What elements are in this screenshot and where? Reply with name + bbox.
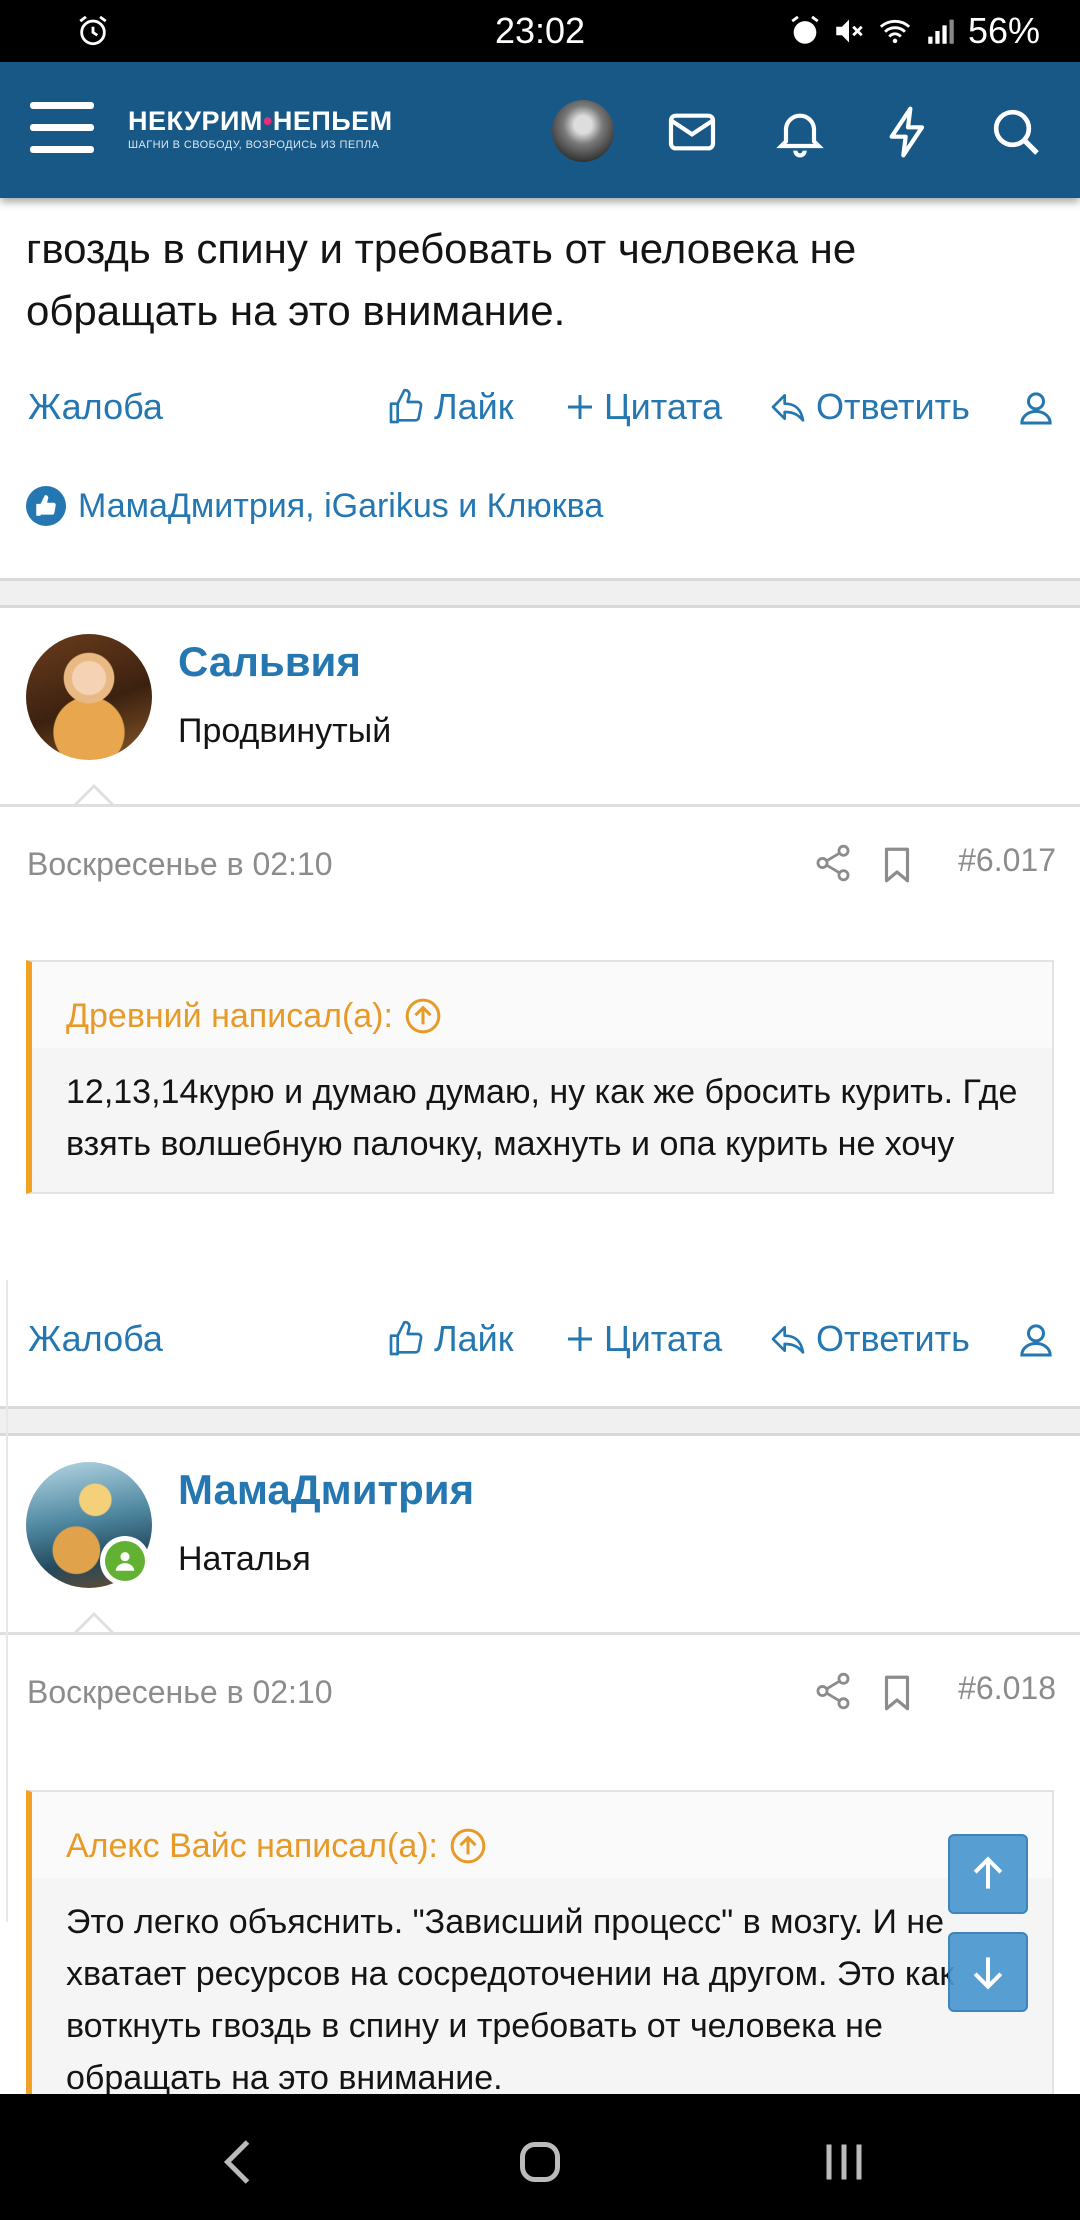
- caret-pointer: [72, 784, 116, 807]
- likes-names: МамаДмитрия, iGarikus и Клюква: [78, 486, 604, 525]
- scroll-up-button[interactable]: [948, 1834, 1028, 1914]
- thumbs-up-icon: [389, 388, 423, 424]
- reply-icon: [771, 394, 805, 422]
- quote-header[interactable]: Алекс Вайс написал(а):: [32, 1792, 1052, 1878]
- search-icon[interactable]: [988, 104, 1044, 160]
- post-number[interactable]: #6.018: [958, 1670, 1056, 1707]
- post-actions: Жалоба Лайк Цитата Ответить: [0, 1310, 1080, 1370]
- post-text: гвоздь в спину и требовать от человека н…: [26, 225, 857, 334]
- avatar[interactable]: [26, 634, 152, 760]
- logo-tagline: ШАГНИ В СВОБОДУ, ВОЗРОДИСЬ ИЗ ПЕПЛА: [128, 139, 380, 151]
- share-icon[interactable]: [812, 842, 854, 884]
- back-icon[interactable]: [210, 2132, 270, 2192]
- bell-icon[interactable]: [772, 104, 828, 160]
- post-actions: Жалоба Лайк Цитата Ответить: [0, 378, 1080, 438]
- username[interactable]: Сальвия: [178, 638, 361, 686]
- system-nav-bar: [0, 2094, 1080, 2220]
- status-bar: 23:02 56%: [0, 0, 1080, 62]
- mail-icon[interactable]: [664, 104, 720, 160]
- user-avatar[interactable]: [552, 100, 614, 162]
- post-separator: [0, 1406, 1080, 1436]
- quote-block: Древний написал(а): 12,13,14курю и думаю…: [26, 960, 1054, 1194]
- reply-label: Ответить: [816, 1318, 970, 1359]
- thumbs-up-icon: [389, 1320, 423, 1356]
- user-title: Наталья: [178, 1540, 311, 1578]
- logo-text-b: НЕПЬЕМ: [272, 106, 393, 136]
- signal-icon: [928, 19, 954, 44]
- site-logo[interactable]: НЕКУРИМ•НЕПЬЕМ ШАГНИ В СВОБОДУ, ВОЗРОДИС…: [128, 106, 398, 166]
- wifi-icon: [879, 19, 911, 44]
- post-user-block: МамаДмитрия Наталья: [0, 1436, 1080, 1636]
- report-link[interactable]: Жалоба: [28, 386, 163, 428]
- quote-label: Цитата: [604, 386, 723, 427]
- report-link[interactable]: Жалоба: [28, 1318, 163, 1360]
- lightning-icon[interactable]: [880, 104, 936, 160]
- like-button[interactable]: Лайк: [386, 1318, 514, 1360]
- reply-icon: [771, 1326, 805, 1354]
- caret-pointer: [72, 1612, 116, 1635]
- bookmark-icon[interactable]: [876, 1672, 918, 1714]
- alarm-icon: [791, 15, 819, 44]
- mute-icon: [836, 19, 863, 43]
- arrow-down-icon: [973, 1957, 1003, 1990]
- quote-button[interactable]: Цитата: [564, 1318, 722, 1360]
- post-date[interactable]: Воскресенье в 02:10: [27, 846, 333, 883]
- plus-icon: [568, 395, 592, 419]
- recents-icon[interactable]: [814, 2132, 874, 2192]
- reply-button[interactable]: Ответить: [768, 1318, 970, 1360]
- quote-text: 12,13,14курю и думаю думаю, ну как же бр…: [66, 1073, 1018, 1163]
- quote-text: Это легко объяснить. "Зависший процесс" …: [66, 1903, 955, 2094]
- quote-block: Алекс Вайс написал(а): Это легко объясни…: [26, 1790, 1054, 2094]
- divider: [0, 804, 1080, 807]
- like-label: Лайк: [434, 386, 514, 427]
- online-status-icon: [100, 1536, 150, 1586]
- post-user-block: Сальвия Продвинутый: [0, 608, 1080, 808]
- menu-icon[interactable]: [30, 102, 94, 156]
- plus-icon: [568, 1327, 592, 1351]
- arrow-up-circle-icon[interactable]: [448, 1826, 488, 1866]
- username[interactable]: МамаДмитрия: [178, 1466, 474, 1514]
- post-date[interactable]: Воскресенье в 02:10: [27, 1674, 333, 1711]
- post-meta: Воскресенье в 02:10 #6.018: [0, 1662, 1080, 1722]
- site-header: НЕКУРИМ•НЕПЬЕМ ШАГНИ В СВОБОДУ, ВОЗРОДИС…: [0, 62, 1080, 198]
- like-label: Лайк: [434, 1318, 514, 1359]
- divider: [0, 1632, 1080, 1635]
- reply-button[interactable]: Ответить: [768, 386, 970, 428]
- user-icon[interactable]: [1016, 388, 1056, 428]
- quote-author: Алекс Вайс написал(а):: [66, 1826, 438, 1865]
- reply-label: Ответить: [816, 386, 970, 427]
- quote-header[interactable]: Древний написал(а):: [32, 962, 1052, 1048]
- thread-content: гвоздь в спину и требовать от человека н…: [0, 198, 1080, 2094]
- share-icon[interactable]: [812, 1670, 854, 1712]
- arrow-up-icon: [973, 1856, 1003, 1889]
- post-number[interactable]: #6.017: [958, 842, 1056, 879]
- quote-button[interactable]: Цитата: [564, 386, 722, 428]
- home-icon[interactable]: [510, 2132, 570, 2192]
- logo-text-a: НЕКУРИМ: [128, 106, 263, 136]
- like-badge-icon: [26, 486, 66, 526]
- like-button[interactable]: Лайк: [386, 386, 514, 428]
- user-icon[interactable]: [1016, 1320, 1056, 1360]
- post-meta: Воскресенье в 02:10 #6.017: [0, 834, 1080, 894]
- user-title: Продвинутый: [178, 712, 392, 750]
- likes-summary[interactable]: МамаДмитрия, iGarikus и Клюква: [26, 486, 603, 526]
- quote-label: Цитата: [604, 1318, 723, 1359]
- battery-level: 56%: [967, 10, 1040, 51]
- bookmark-icon[interactable]: [876, 844, 918, 886]
- post-separator: [0, 578, 1080, 608]
- scroll-edge: [0, 1280, 8, 1922]
- scroll-down-button[interactable]: [948, 1932, 1028, 2012]
- quote-author: Древний написал(а):: [66, 996, 393, 1035]
- arrow-up-circle-icon[interactable]: [403, 996, 443, 1036]
